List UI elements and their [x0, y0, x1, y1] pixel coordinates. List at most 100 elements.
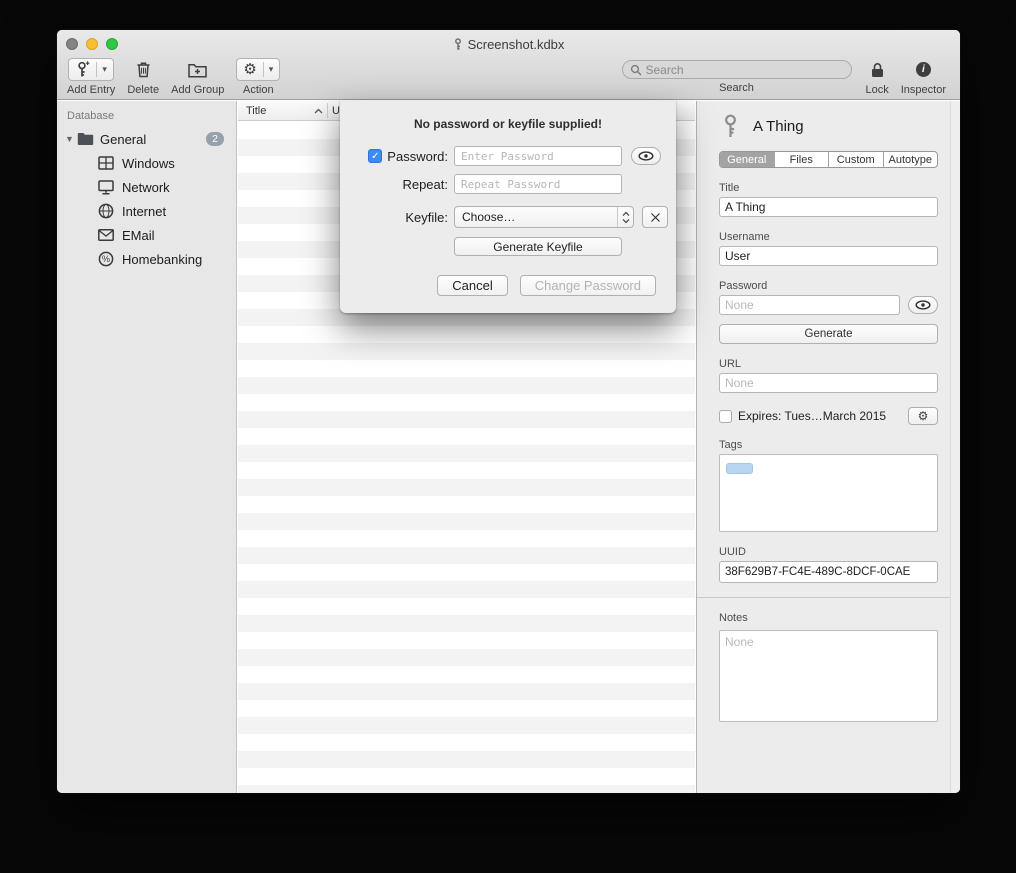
inspector-panel: A Thing General Files Custom Autotype Ti… [696, 101, 960, 793]
lock-group: Lock [866, 58, 889, 96]
search-label: Search [719, 82, 754, 94]
lock-icon [871, 62, 884, 78]
url-field-label: URL [719, 358, 938, 370]
sidebar-item-windows[interactable]: Windows [57, 151, 236, 175]
section-divider [697, 597, 960, 598]
sidebar-item-label: Homebanking [122, 252, 202, 267]
password-field[interactable] [719, 295, 900, 315]
tab-autotype[interactable]: Autotype [884, 152, 938, 167]
sort-ascending-icon [314, 108, 323, 114]
stepper-icon [617, 207, 633, 227]
cancel-button[interactable]: Cancel [437, 275, 507, 296]
dialog-buttons: Cancel Change Password [437, 275, 656, 296]
sidebar-item-general[interactable]: ▼ General 2 [57, 127, 236, 151]
column-divider[interactable] [327, 103, 328, 118]
delete-group: Delete [127, 58, 159, 96]
lock-button[interactable] [867, 58, 888, 81]
change-password-button[interactable]: Change Password [520, 275, 656, 296]
checkmark-icon: ✓ [371, 151, 379, 162]
expires-checkbox[interactable] [719, 410, 732, 423]
tab-files[interactable]: Files [775, 152, 830, 167]
app-window: Screenshot.kdbx ▾ Add Entry [57, 30, 960, 793]
uuid-field[interactable] [719, 561, 938, 583]
inspector-label: Inspector [901, 84, 946, 96]
tags-label: Tags [719, 439, 938, 451]
expires-label: Expires: Tues…March 2015 [738, 409, 886, 423]
search-icon [630, 64, 642, 76]
inspector-group: i Inspector [901, 58, 946, 96]
notes-field[interactable] [719, 630, 938, 722]
close-x-icon [650, 212, 661, 223]
reveal-password-button[interactable] [908, 296, 938, 314]
email-icon [97, 229, 114, 241]
minimize-button[interactable] [86, 38, 98, 50]
tags-box[interactable] [719, 454, 938, 532]
window-header: Screenshot.kdbx ▾ Add Entry [57, 30, 960, 100]
add-group-label: Add Group [171, 84, 224, 96]
expires-options-button[interactable]: ⚙ [908, 407, 938, 425]
window-title: Screenshot.kdbx [177, 36, 840, 52]
delete-label: Delete [127, 84, 159, 96]
inspector-scrollbar[interactable] [950, 101, 960, 793]
window-controls [66, 38, 118, 50]
username-field[interactable] [719, 246, 938, 266]
add-entry-button[interactable]: ▾ [68, 58, 114, 81]
trash-icon [136, 61, 151, 78]
sidebar-item-label: Network [122, 180, 170, 195]
search-input[interactable] [646, 63, 844, 77]
sidebar-item-label: EMail [122, 228, 155, 243]
entry-title: A Thing [753, 118, 804, 135]
inspector-button[interactable]: i [912, 58, 935, 81]
sidebar-item-internet[interactable]: Internet [57, 199, 236, 223]
zoom-button[interactable] [106, 38, 118, 50]
eye-icon [638, 151, 654, 161]
column-header-title[interactable]: Title [246, 105, 266, 117]
search-field[interactable] [622, 60, 852, 79]
tab-general[interactable]: General [720, 152, 775, 167]
window-title-text: Screenshot.kdbx [468, 37, 565, 52]
inspector-tabs: General Files Custom Autotype [719, 151, 938, 168]
title-field[interactable] [719, 197, 938, 217]
password-row [719, 295, 938, 315]
generate-password-button[interactable]: Generate [719, 324, 938, 344]
password-label: Password: [387, 149, 448, 164]
globe-icon [97, 203, 114, 219]
percent-coin-icon: % [97, 251, 114, 267]
gear-icon: ⚙ [918, 409, 929, 423]
key-plus-icon [75, 61, 90, 78]
password-field-label: Password [719, 280, 938, 292]
delete-button[interactable] [132, 58, 155, 81]
add-group-button[interactable] [184, 58, 211, 81]
clear-keyfile-button[interactable] [642, 206, 668, 228]
info-icon: i [916, 62, 931, 77]
password-row: ✓ Password: [340, 142, 676, 170]
generate-keyfile-button[interactable]: Generate Keyfile [454, 237, 622, 256]
sidebar-item-email[interactable]: EMail [57, 223, 236, 247]
windows-icon [97, 156, 114, 170]
action-label: Action [243, 84, 274, 96]
entry-count-badge: 2 [206, 132, 224, 146]
sidebar-item-network[interactable]: Network [57, 175, 236, 199]
folder-plus-icon [188, 62, 207, 78]
close-button[interactable] [66, 38, 78, 50]
url-field[interactable] [719, 373, 938, 393]
password-input[interactable] [454, 146, 622, 166]
disclosure-triangle-icon[interactable]: ▼ [65, 134, 77, 144]
reveal-password-button[interactable] [631, 147, 661, 165]
tag-chip[interactable] [726, 463, 753, 474]
chevron-down-icon[interactable]: ▾ [269, 65, 274, 74]
dialog-form: ✓ Password: Repeat: Keyfile: Choos [340, 142, 676, 256]
keyfile-row: Keyfile: Choose… [340, 202, 676, 232]
repeat-input[interactable] [454, 174, 622, 194]
chevron-down-icon[interactable]: ▾ [102, 65, 107, 74]
action-button[interactable]: ⚙ ▾ [236, 58, 280, 81]
password-dialog: No password or keyfile supplied! ✓ Passw… [340, 100, 676, 313]
sidebar-item-homebanking[interactable]: % Homebanking [57, 247, 236, 271]
add-group-group: Add Group [171, 58, 224, 96]
password-checkbox[interactable]: ✓ [368, 149, 382, 163]
title-field-label: Title [719, 182, 938, 194]
toolbar: ▾ Add Entry Delete Add Group [57, 56, 960, 100]
keyfile-popup[interactable]: Choose… [454, 206, 634, 228]
svg-text:%: % [101, 254, 109, 264]
tab-custom[interactable]: Custom [829, 152, 884, 167]
